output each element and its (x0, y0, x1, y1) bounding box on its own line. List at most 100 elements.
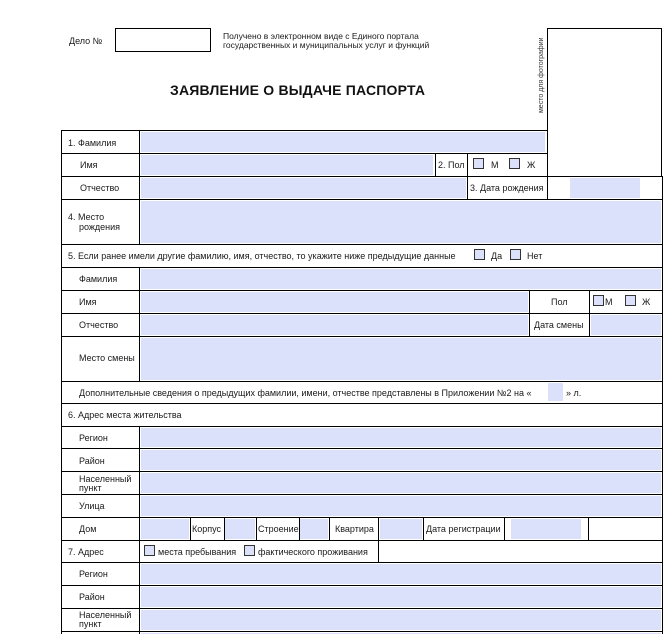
res-reg-date-label: Дата регистрации (426, 524, 501, 534)
address7-title: 7. Адрес (68, 547, 104, 557)
stay-place-checkbox[interactable] (144, 545, 155, 556)
row-line (61, 267, 663, 268)
row-line (61, 426, 663, 427)
col-line (190, 517, 191, 540)
addr7-district-field[interactable] (141, 587, 661, 607)
birthdate-label: 3. Дата рождения (470, 183, 544, 193)
previous-no-checkbox[interactable] (510, 249, 521, 260)
res-locality-field[interactable] (141, 473, 661, 493)
change-date-field[interactable] (591, 315, 661, 335)
prev-name-label: Имя (79, 297, 97, 307)
stay-place-label: места пребывания (158, 547, 237, 557)
birthplace-field[interactable] (141, 201, 661, 243)
col-line (329, 517, 330, 540)
addr7-locality-label-2: пункт (79, 619, 102, 629)
extra-info-prefix: Дополнительные сведения о предыдущих фам… (79, 388, 532, 398)
res-region-field[interactable] (141, 428, 661, 447)
row-line (61, 517, 663, 518)
addr7-locality-field[interactable] (141, 610, 661, 630)
row-line (61, 290, 663, 291)
row-line (61, 562, 663, 563)
prev-sex-f-checkbox[interactable] (625, 295, 636, 306)
col-line (589, 290, 590, 336)
col-line (139, 267, 140, 381)
photo-box (547, 28, 662, 176)
row-line (61, 153, 548, 154)
res-building-field[interactable] (225, 519, 255, 539)
change-place-field[interactable] (141, 338, 661, 380)
addr7-region-field[interactable] (141, 564, 661, 584)
col-line (588, 517, 589, 540)
res-region-label: Регион (79, 433, 108, 443)
res-district-label: Район (79, 456, 105, 466)
previous-yes-label: Да (491, 251, 503, 261)
name-label: Имя (80, 160, 98, 170)
name-field[interactable] (141, 155, 433, 175)
col-line (435, 153, 436, 176)
row-line (61, 176, 663, 177)
change-date-label: Дата смены (534, 320, 584, 330)
row-line (61, 494, 663, 495)
patronymic-label: Отчество (80, 183, 120, 193)
res-house-field[interactable] (141, 519, 189, 539)
residence-address-title: 6. Адрес места жительства (68, 410, 182, 420)
birthdate-field[interactable] (570, 178, 640, 198)
prev-surname-label: Фамилия (79, 274, 118, 284)
col-line (256, 517, 257, 540)
row-line (61, 471, 663, 472)
photo-label: место для фотографии (538, 37, 545, 113)
col-line (547, 176, 548, 199)
prev-patronymic-field[interactable] (141, 315, 528, 335)
res-structure-field[interactable] (300, 519, 328, 539)
res-street-field[interactable] (141, 496, 661, 516)
addr7-region-label: Регион (79, 569, 108, 579)
row-line (61, 608, 663, 609)
sex-m-checkbox[interactable] (473, 158, 484, 169)
row-line (61, 336, 663, 337)
prev-sex-m-checkbox[interactable] (593, 295, 604, 306)
row-line (61, 540, 663, 541)
row-line (61, 381, 663, 382)
sex-f-checkbox[interactable] (509, 158, 520, 169)
previous-no-label: Нет (527, 251, 543, 261)
row-line (61, 585, 663, 586)
col-line (378, 517, 379, 540)
surname-field[interactable] (141, 132, 545, 152)
prev-sex-f-label: Ж (642, 297, 651, 307)
res-district-field[interactable] (141, 450, 661, 470)
extra-info-suffix: » л. (566, 388, 582, 398)
previous-names-question: 5. Если ранее имели другие фамилию, имя,… (68, 251, 456, 261)
actual-residence-checkbox[interactable] (244, 545, 255, 556)
sex-label: 2. Пол (438, 160, 465, 170)
col-line (529, 290, 530, 336)
row-line (61, 199, 663, 200)
sex-m-label: М (491, 160, 499, 170)
frame-left (61, 130, 62, 634)
row-line (61, 130, 548, 131)
res-apartment-label: Квартира (335, 524, 374, 534)
row-line (61, 403, 663, 404)
row-line (61, 631, 663, 632)
birthplace-label-1: 4. Место (68, 212, 105, 222)
col-line (139, 426, 140, 634)
col-line (139, 130, 140, 245)
addr7-district-label: Район (79, 592, 105, 602)
appendix-pages-field[interactable] (548, 383, 563, 401)
case-number-field[interactable] (115, 28, 211, 52)
prev-patronymic-label: Отчество (79, 320, 119, 330)
prev-sex-label: Пол (551, 297, 568, 307)
actual-residence-label: фактического проживания (258, 547, 368, 557)
birthplace-label-2: рождения (79, 222, 121, 232)
res-apartment-field[interactable] (380, 519, 422, 539)
previous-yes-checkbox[interactable] (474, 249, 485, 260)
prev-name-field[interactable] (141, 292, 528, 312)
page-title: ЗАЯВЛЕНИЕ О ВЫДАЧЕ ПАСПОРТА (170, 82, 426, 98)
res-reg-date-field[interactable] (511, 519, 581, 539)
res-building-label: Корпус (192, 524, 222, 534)
row-line (61, 313, 663, 314)
patronymic-field[interactable] (141, 178, 466, 198)
col-line (467, 153, 468, 176)
col-line (378, 540, 379, 562)
res-house-label: Дом (79, 524, 97, 534)
prev-surname-field[interactable] (141, 269, 661, 289)
